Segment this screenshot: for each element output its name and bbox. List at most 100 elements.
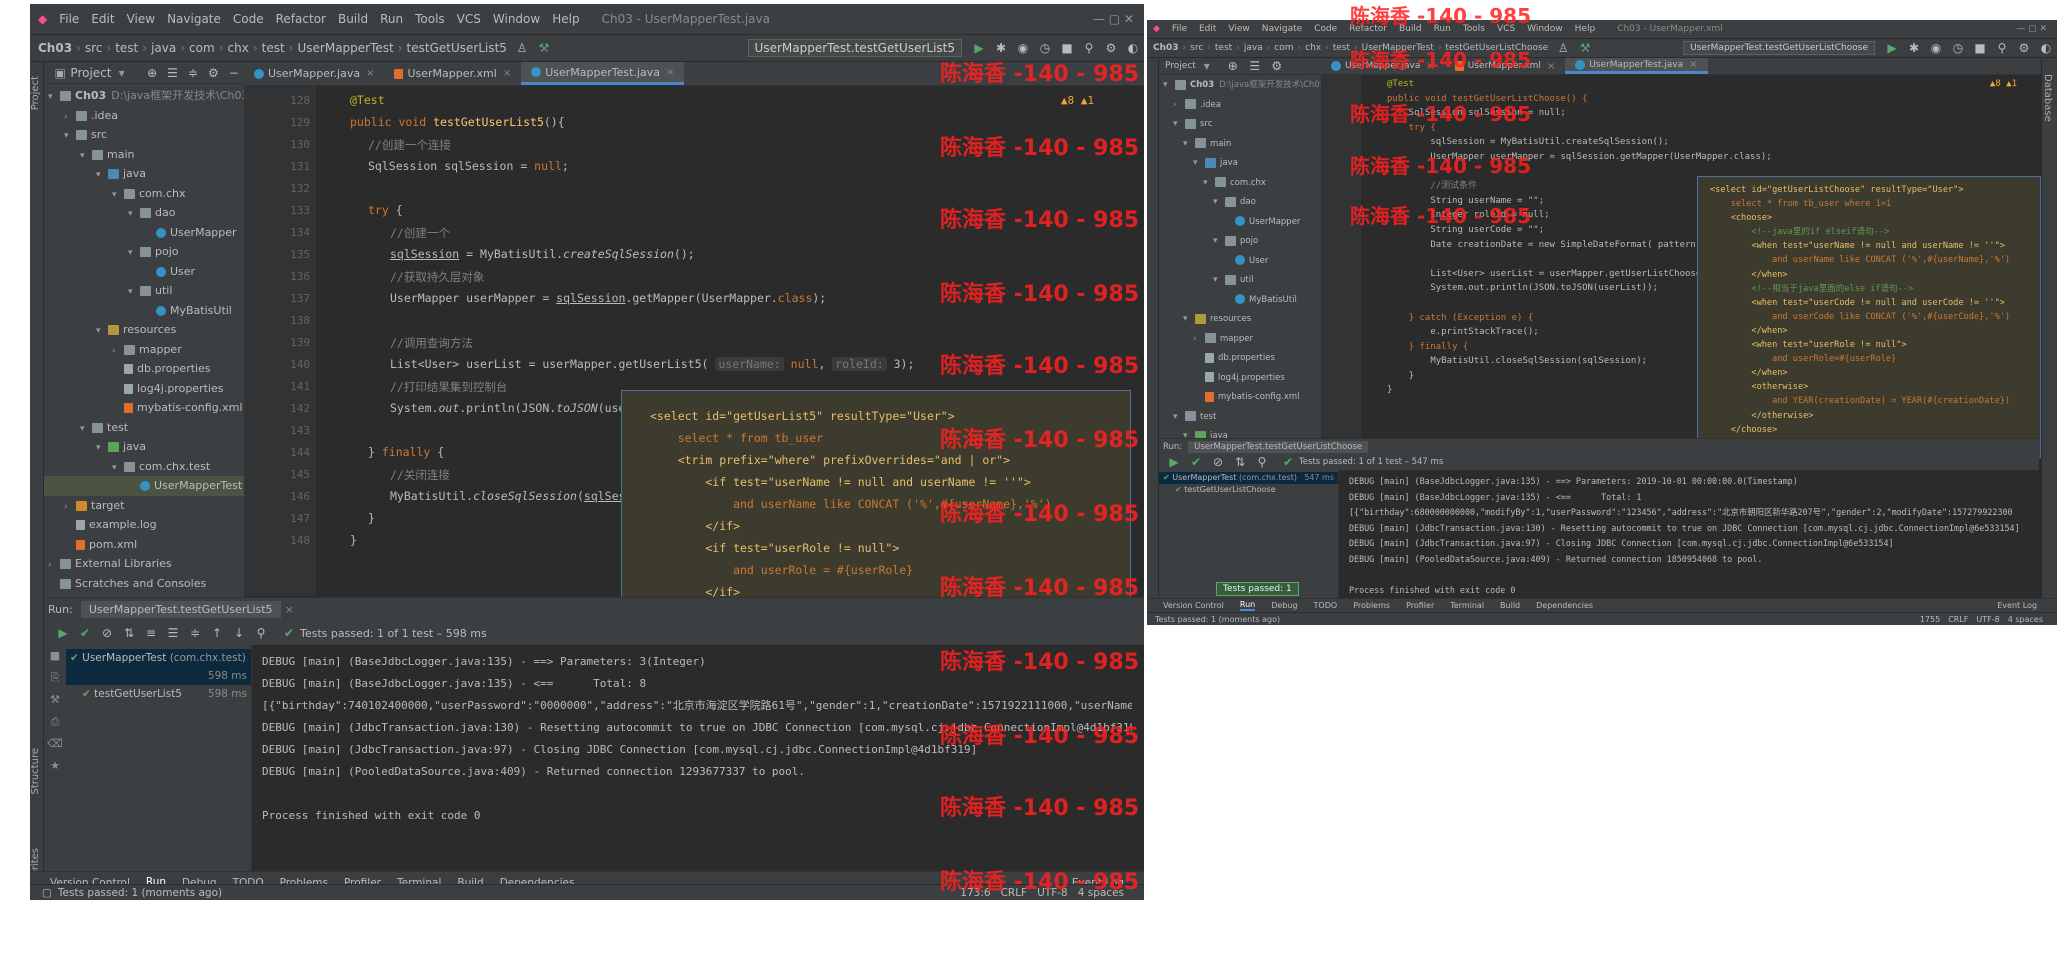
sort-duration-icon[interactable]: ≡	[144, 626, 158, 640]
breadcrumb-item[interactable]: java	[151, 41, 176, 55]
chevron-icon[interactable]: ▾	[1213, 232, 1225, 252]
tree-item[interactable]: › target	[44, 496, 244, 516]
left-warning-count[interactable]: ▲8 ▲1	[1061, 94, 1094, 107]
chevron-icon[interactable]: ▾	[1213, 271, 1225, 291]
tree-item[interactable]: MyBatisUtil	[1159, 291, 1321, 311]
editor-tab[interactable]: UserMapper.java ×	[1321, 58, 1445, 74]
prev-icon[interactable]: ↑	[210, 626, 224, 640]
settings-icon[interactable]: ⚙	[2017, 41, 2031, 55]
tool-tab-run[interactable]: Run	[1239, 600, 1256, 611]
close-tab-icon[interactable]: ×	[1547, 61, 1555, 72]
left-console-output[interactable]: DEBUG [main] (BaseJdbcLogger.java:135) -…	[252, 645, 1132, 871]
collapse-icon[interactable]: ≑	[188, 626, 202, 640]
show-passed-icon[interactable]: ✔	[1189, 455, 1203, 469]
chevron-icon[interactable]: ▾	[1203, 174, 1215, 194]
coverage-icon[interactable]: ◉	[1016, 41, 1030, 55]
run-configuration-select[interactable]: UserMapperTest.testGetUserList5	[747, 39, 962, 57]
tree-item[interactable]: ▾ pojo	[1159, 232, 1321, 252]
search-icon[interactable]: ⚲	[254, 626, 268, 640]
breadcrumb-item[interactable]: Ch03	[1153, 43, 1179, 53]
tree-item[interactable]: ▾ pojo	[44, 242, 244, 262]
hide-panel-icon[interactable]: −	[228, 66, 240, 80]
menu-edit[interactable]: Edit	[1199, 24, 1216, 34]
chevron-icon[interactable]: ▾	[1193, 154, 1205, 174]
tree-item[interactable]: › mapper	[1159, 330, 1321, 350]
tree-item[interactable]: ▾ com.chx.test	[44, 457, 244, 477]
breadcrumb-item[interactable]: test	[1333, 43, 1350, 53]
menu-code[interactable]: Code	[1314, 24, 1337, 34]
export-icon[interactable]: ⎘	[44, 667, 66, 689]
menu-window[interactable]: Window	[493, 12, 540, 26]
tree-item[interactable]: mybatis-config.xml	[44, 398, 244, 418]
tree-item[interactable]: pom.xml	[44, 535, 244, 555]
pin-icon[interactable]: ★	[44, 755, 66, 777]
menu-view[interactable]: View	[127, 12, 155, 26]
sort-icon[interactable]: ⇅	[1233, 455, 1247, 469]
status-item[interactable]: 4 spaces	[1078, 887, 1124, 899]
tree-item[interactable]: ▾ main	[1159, 135, 1321, 155]
chevron-icon[interactable]: ›	[1193, 330, 1205, 350]
status-item[interactable]: UTF-8	[1037, 887, 1068, 899]
tree-item[interactable]: Scratches and Consoles	[44, 574, 244, 594]
user-icon[interactable]: ♙	[515, 41, 529, 55]
left-run-tab[interactable]: UserMapperTest.testGetUserList5	[80, 601, 281, 618]
status-item[interactable]: 173:6	[960, 887, 990, 899]
editor-tab[interactable]: UserMapper.xml ×	[384, 62, 521, 85]
debug-icon[interactable]: ✱	[1907, 41, 1921, 55]
tree-item[interactable]: ▾ test	[1159, 408, 1321, 428]
status-item[interactable]: 1755	[1920, 615, 1940, 624]
tree-item[interactable]: mybatis-config.xml	[1159, 388, 1321, 408]
menu-code[interactable]: Code	[233, 12, 264, 26]
tree-item[interactable]: ▾ src	[1159, 115, 1321, 135]
tool-tab-problems[interactable]: Problems	[1353, 601, 1390, 610]
left-project-label[interactable]: Project	[70, 66, 111, 80]
editor-tab[interactable]: UserMapperTest.java ×	[521, 62, 685, 85]
tree-item[interactable]: ▾ com.chx	[44, 184, 244, 204]
left-strip-label-structure[interactable]: Structure	[30, 742, 41, 801]
chevron-icon[interactable]: ▾	[80, 147, 92, 165]
tree-item[interactable]: User	[1159, 252, 1321, 272]
chevron-icon[interactable]: ▾	[1163, 76, 1175, 96]
menu-help[interactable]: Help	[1575, 24, 1596, 34]
tool-tab-version-control[interactable]: Version Control	[1163, 601, 1224, 610]
menu-edit[interactable]: Edit	[91, 12, 114, 26]
breadcrumb-item[interactable]: test	[262, 41, 285, 55]
dropdown-icon[interactable]: ▾	[115, 66, 127, 80]
status-item[interactable]: UTF-8	[1976, 615, 1999, 624]
tree-item[interactable]: ▾ java	[44, 164, 244, 184]
menu-file[interactable]: File	[1172, 24, 1187, 34]
tree-item[interactable]: log4j.properties	[44, 379, 244, 399]
menu-navigate[interactable]: Navigate	[167, 12, 221, 26]
tree-item[interactable]: log4j.properties	[1159, 369, 1321, 389]
breadcrumb-item[interactable]: com	[189, 41, 215, 55]
right-console-output[interactable]: DEBUG [main] (BaseJdbcLogger.java:135) -…	[1339, 470, 2039, 598]
database-label[interactable]: Database	[2042, 68, 2053, 128]
right-run-tab[interactable]: UserMapperTest.testGetUserListChoose	[1188, 440, 1369, 453]
tree-item[interactable]: ▾ util	[1159, 271, 1321, 291]
tree-item[interactable]: ▾ com.chx	[1159, 174, 1321, 194]
tree-item[interactable]: db.properties	[1159, 349, 1321, 369]
editor-tab[interactable]: UserMapper.java ×	[244, 62, 384, 85]
test-tree-item[interactable]: ✔ UserMapperTest (com.chx.test) 598 ms	[66, 649, 251, 685]
stop-icon[interactable]: ■	[1060, 41, 1074, 55]
tree-item[interactable]: ▾ test	[44, 418, 244, 438]
breadcrumb-item[interactable]: chx	[228, 41, 249, 55]
tree-item[interactable]: ▾ Ch03 D:\java框架开发技术\Ch03	[44, 86, 244, 106]
expand-all-icon[interactable]: ≑	[187, 66, 199, 80]
menu-run[interactable]: Run	[380, 12, 403, 26]
chevron-icon[interactable]: ▾	[48, 88, 60, 106]
settings-gear-icon[interactable]: ⚙	[1270, 59, 1284, 73]
print-icon[interactable]: ⎙	[44, 711, 66, 733]
breadcrumb-item[interactable]: java	[1244, 43, 1263, 53]
breadcrumb-item[interactable]: chx	[1305, 43, 1321, 53]
settings-icon[interactable]: ⚙	[1104, 41, 1118, 55]
stop-icon[interactable]: ■	[44, 645, 66, 667]
chevron-icon[interactable]: ▾	[96, 322, 108, 340]
menu-window[interactable]: Window	[1527, 24, 1563, 34]
tree-item[interactable]: › .idea	[44, 106, 244, 126]
close-tab-icon[interactable]: ×	[366, 68, 374, 79]
menu-view[interactable]: View	[1228, 24, 1249, 34]
chevron-icon[interactable]: ▾	[112, 186, 124, 204]
right-project-label[interactable]: Project	[1165, 61, 1196, 71]
tool-tab-profiler[interactable]: Profiler	[1406, 601, 1434, 610]
